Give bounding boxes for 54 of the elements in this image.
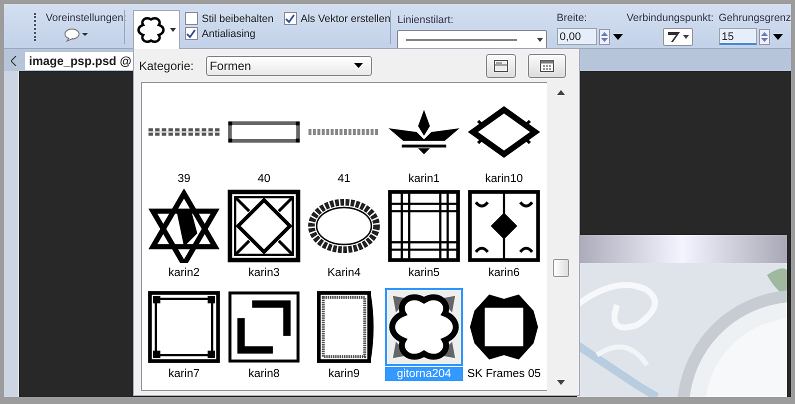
shape-dropdown[interactable] bbox=[133, 10, 180, 49]
shape-label[interactable]: karin1 bbox=[404, 172, 444, 186]
folder-icon bbox=[492, 58, 509, 74]
check-icon bbox=[186, 28, 196, 38]
shape-label[interactable]: karin10 bbox=[481, 172, 527, 186]
join-dropdown[interactable] bbox=[662, 28, 693, 46]
shape-label[interactable]: karin7 bbox=[164, 367, 204, 381]
shape-label[interactable]: 39 bbox=[174, 172, 194, 186]
shape-label[interactable]: karin3 bbox=[244, 266, 284, 280]
shape-label[interactable]: 41 bbox=[334, 172, 354, 186]
miter-field[interactable]: 15 bbox=[718, 28, 757, 45]
quatrefoil-frame-icon bbox=[137, 16, 165, 44]
line-style-dropdown[interactable] bbox=[397, 30, 547, 50]
miter-label: Gehrungsgrenz bbox=[718, 12, 792, 24]
shape-label[interactable]: 40 bbox=[254, 172, 274, 186]
checkbox[interactable]: Als Vektor erstellen bbox=[284, 12, 390, 25]
width-field[interactable]: 0,00 bbox=[556, 28, 597, 45]
scrollbar-thumb[interactable] bbox=[553, 258, 569, 276]
scroll-down-icon[interactable] bbox=[557, 380, 565, 385]
corner-frame-icon[interactable] bbox=[147, 290, 221, 364]
shape-label[interactable]: karin8 bbox=[244, 367, 284, 381]
line-style-label: Linienstilart: bbox=[397, 14, 454, 26]
checkbox[interactable]: Antialiasing bbox=[184, 27, 256, 40]
document-tab[interactable]: image_psp.psd @ bbox=[25, 52, 136, 70]
view-button[interactable] bbox=[528, 54, 566, 78]
quatrefoil-frame-icon[interactable] bbox=[387, 290, 461, 364]
shape-label[interactable]: Karin4 bbox=[323, 266, 365, 280]
caret-icon bbox=[170, 28, 176, 32]
check-icon bbox=[285, 14, 296, 24]
quad-frame-icon[interactable] bbox=[467, 189, 541, 263]
caret-icon bbox=[354, 63, 363, 68]
caret-icon[interactable] bbox=[612, 34, 623, 40]
folder-button[interactable] bbox=[486, 54, 516, 78]
presets-label: Voreinstellungen: bbox=[46, 12, 126, 24]
category-label: Kategorie: bbox=[139, 58, 194, 72]
checkbox[interactable]: Stil beibehalten bbox=[184, 12, 274, 25]
shape-label[interactable]: karin2 bbox=[164, 266, 204, 280]
width-label: Breite: bbox=[556, 12, 588, 24]
scroll-up-icon[interactable] bbox=[557, 90, 565, 95]
join-icon bbox=[666, 31, 681, 43]
grid-frame-icon[interactable] bbox=[387, 189, 461, 263]
star-icon[interactable] bbox=[147, 189, 221, 263]
square-frame-icon[interactable] bbox=[227, 189, 301, 263]
caret-icon[interactable] bbox=[772, 34, 783, 40]
join-label: Verbindungspunkt: bbox=[626, 12, 714, 24]
bracket-frame-icon[interactable] bbox=[227, 290, 301, 364]
shape-label[interactable]: karin9 bbox=[324, 367, 364, 381]
shape-label[interactable]: SK Frames 05 bbox=[463, 367, 545, 381]
grid-view-icon bbox=[538, 58, 555, 74]
presets-button[interactable] bbox=[64, 28, 90, 42]
shape-label[interactable]: karin6 bbox=[484, 266, 524, 280]
scroll-left-icon[interactable] bbox=[11, 56, 17, 66]
category-dropdown[interactable]: Formen bbox=[206, 56, 372, 76]
shape-label[interactable]: karin5 bbox=[404, 266, 444, 280]
